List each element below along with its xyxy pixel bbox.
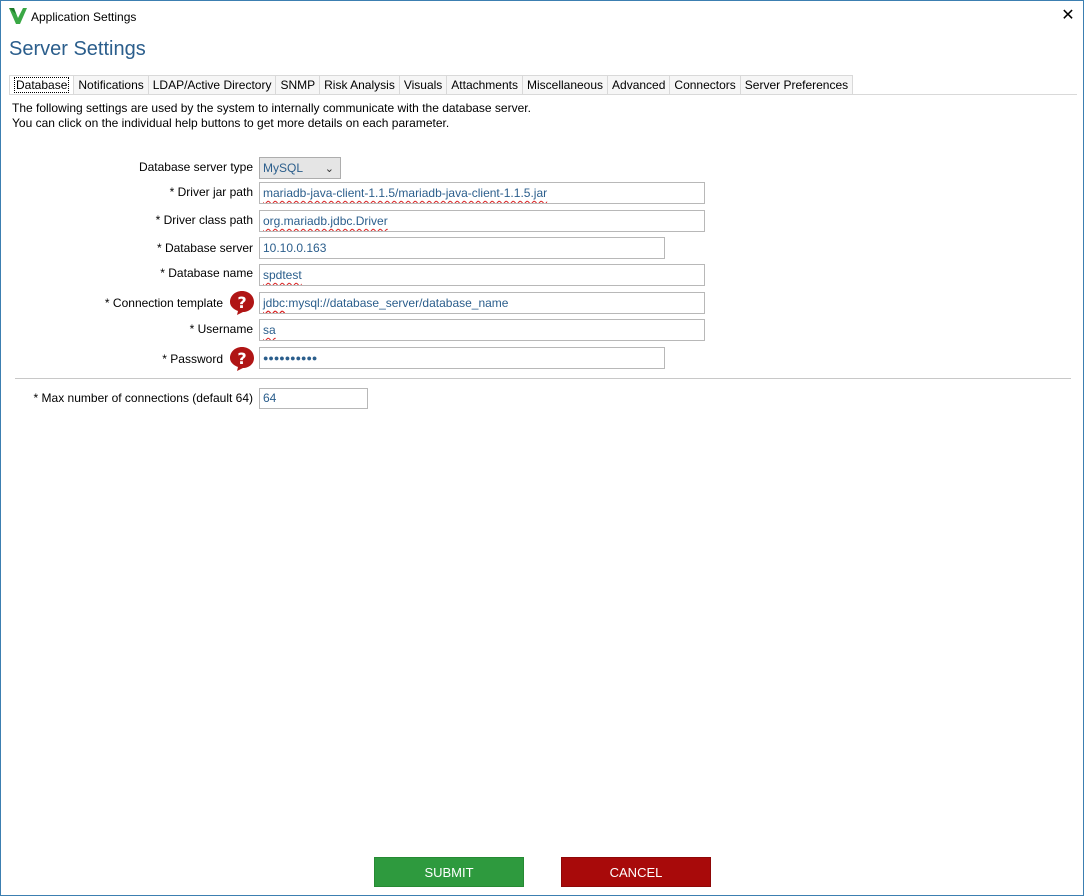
db-type-select[interactable]: MySQL ⌄ bbox=[259, 157, 341, 179]
close-icon[interactable]: ✕ bbox=[1053, 1, 1083, 32]
driver-class-label: * Driver class path bbox=[155, 213, 253, 227]
page-title: Server Settings bbox=[9, 38, 146, 60]
tab-ldap-active-directory[interactable]: LDAP/Active Directory bbox=[148, 75, 277, 95]
tab-attachments[interactable]: Attachments bbox=[447, 75, 523, 95]
driver-class-value: org.mariadb.jdbc.Driver bbox=[263, 214, 388, 228]
conn-template-input[interactable]: jdbc:mysql://database_server/database_na… bbox=[259, 292, 705, 314]
conn-template-prefix: jdbc bbox=[263, 296, 286, 310]
username-input[interactable]: sa bbox=[259, 319, 705, 341]
tab-server-preferences[interactable]: Server Preferences bbox=[740, 75, 854, 95]
db-server-input[interactable]: 10.10.0.163 bbox=[259, 237, 665, 259]
db-name-label: * Database name bbox=[160, 266, 253, 280]
conn-template-rest: :mysql://database_server/database_name bbox=[285, 296, 509, 310]
tab-connectors[interactable]: Connectors bbox=[670, 75, 741, 95]
driver-jar-value: mariadb-java-client-1.1.5/mariadb-java-c… bbox=[263, 186, 548, 200]
app-logo-icon bbox=[9, 8, 27, 24]
tab-advanced[interactable]: Advanced bbox=[608, 75, 671, 95]
max-connections-label: * Max number of connections (default 64) bbox=[33, 391, 253, 405]
help-icon[interactable]: ? bbox=[229, 346, 255, 372]
driver-jar-label: * Driver jar path bbox=[169, 185, 253, 199]
window-title: Application Settings bbox=[31, 10, 137, 24]
help-icon[interactable]: ? bbox=[229, 290, 255, 316]
driver-jar-input[interactable]: mariadb-java-client-1.1.5/mariadb-java-c… bbox=[259, 182, 705, 204]
cancel-button[interactable]: CANCEL bbox=[561, 857, 711, 887]
db-type-label: Database server type bbox=[138, 160, 253, 174]
driver-class-input[interactable]: org.mariadb.jdbc.Driver bbox=[259, 210, 705, 232]
conn-template-label: * Connection template bbox=[104, 296, 223, 310]
title-bar: Application Settings ✕ bbox=[1, 1, 1083, 32]
svg-text:?: ? bbox=[237, 349, 246, 368]
db-type-value: MySQL bbox=[263, 161, 304, 175]
username-label: * Username bbox=[189, 322, 253, 336]
intro-line-2: You can click on the individual help but… bbox=[12, 116, 450, 130]
tab-miscellaneous[interactable]: Miscellaneous bbox=[522, 75, 609, 95]
db-server-label: * Database server bbox=[156, 241, 253, 255]
tab-divider bbox=[9, 94, 1077, 95]
intro-text: The following settings are used by the s… bbox=[12, 101, 531, 131]
password-input[interactable]: ●●●●●●●●●● bbox=[259, 347, 665, 369]
tab-risk-analysis[interactable]: Risk Analysis bbox=[320, 75, 400, 95]
submit-button[interactable]: SUBMIT bbox=[374, 857, 524, 887]
db-name-value: spdtest bbox=[263, 268, 302, 282]
settings-tabs: Database Notifications LDAP/Active Direc… bbox=[9, 75, 854, 95]
tab-notifications[interactable]: Notifications bbox=[74, 75, 149, 95]
max-connections-value: 64 bbox=[263, 391, 277, 405]
intro-line-1: The following settings are used by the s… bbox=[12, 101, 531, 115]
section-divider bbox=[15, 378, 1071, 379]
max-connections-input[interactable]: 64 bbox=[259, 388, 368, 409]
db-server-value: 10.10.0.163 bbox=[263, 241, 327, 255]
tab-database[interactable]: Database bbox=[9, 75, 75, 95]
application-settings-window: Application Settings ✕ Server Settings D… bbox=[0, 0, 1084, 896]
svg-text:?: ? bbox=[237, 293, 246, 312]
password-label: * Password bbox=[162, 352, 223, 366]
username-value: sa bbox=[263, 323, 276, 337]
db-name-input[interactable]: spdtest bbox=[259, 264, 705, 286]
tab-snmp[interactable]: SNMP bbox=[276, 75, 321, 95]
tab-visuals[interactable]: Visuals bbox=[399, 75, 448, 95]
password-value: ●●●●●●●●●● bbox=[263, 353, 318, 363]
chevron-down-icon: ⌄ bbox=[324, 163, 334, 175]
